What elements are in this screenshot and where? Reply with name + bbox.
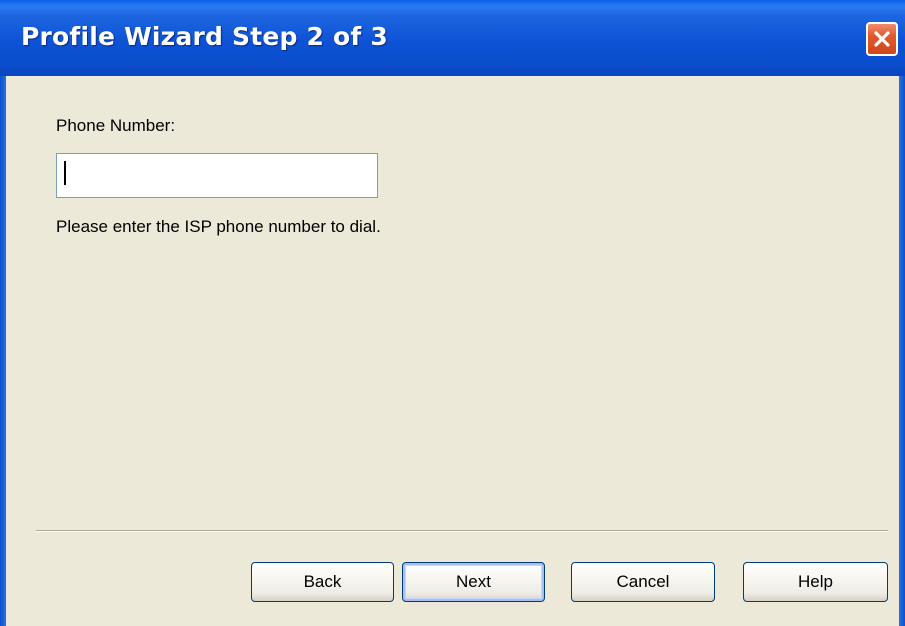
cancel-button[interactable]: Cancel [571,562,715,602]
window-border-right [899,76,905,626]
close-button[interactable] [866,22,898,56]
separator-line [36,530,888,532]
phone-number-hint: Please enter the ISP phone number to dia… [56,217,381,236]
help-button[interactable]: Help [743,562,888,602]
close-icon [874,31,890,47]
phone-number-input[interactable] [56,153,378,198]
title-bar[interactable]: Profile Wizard Step 2 of 3 [0,0,905,76]
next-button[interactable]: Next [402,562,545,602]
window-title: Profile Wizard Step 2 of 3 [21,22,388,51]
profile-wizard-window: Profile Wizard Step 2 of 3 Phone Number:… [0,0,905,626]
phone-number-label: Phone Number: [56,116,176,135]
back-button[interactable]: Back [251,562,394,602]
text-caret [64,161,66,185]
